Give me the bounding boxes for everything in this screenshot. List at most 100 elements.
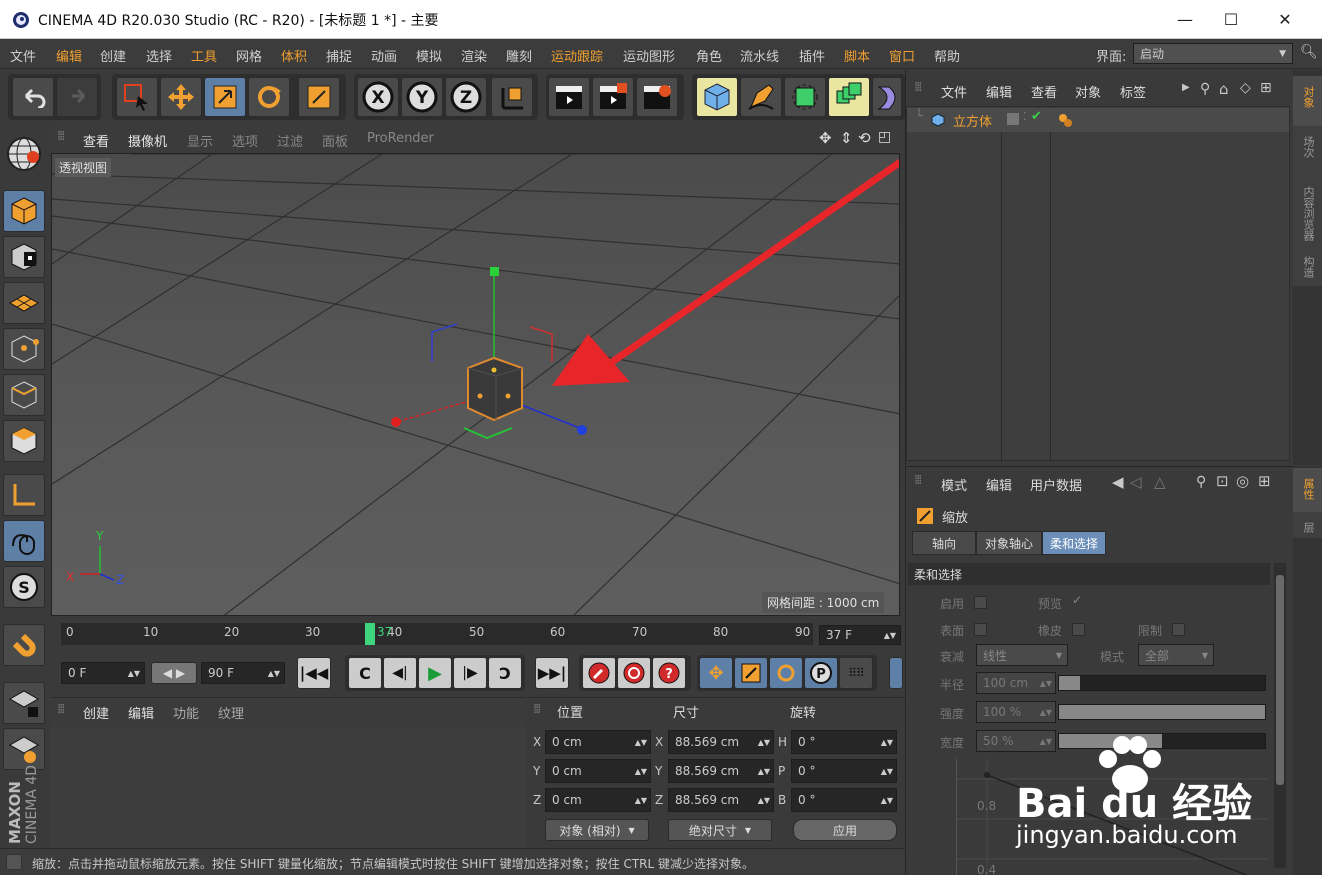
- rotation-h-field[interactable]: 0 ° ▲▼: [791, 730, 897, 754]
- position-z-field[interactable]: 0 cm ▲▼: [545, 788, 651, 812]
- workplane-align-button[interactable]: [3, 728, 45, 770]
- current-frame-field[interactable]: 37 F ▲▼: [819, 625, 901, 645]
- viewport-menu-camera[interactable]: 摄像机: [128, 131, 167, 150]
- next-frame-button[interactable]: |▶: [453, 657, 487, 689]
- cube-button[interactable]: [696, 77, 738, 117]
- render-settings-button[interactable]: [636, 77, 678, 117]
- size-y-field[interactable]: 88.569 cm ▲▼: [668, 759, 774, 783]
- size-z-field[interactable]: 88.569 cm ▲▼: [668, 788, 774, 812]
- go-to-start-button[interactable]: |◀◀: [297, 657, 331, 689]
- subdivision-button[interactable]: [784, 77, 826, 117]
- key-rotation-button[interactable]: [769, 657, 803, 689]
- strength-field[interactable]: 100 % ▲▼: [976, 701, 1056, 723]
- viewport-menu-display[interactable]: 显示: [187, 131, 213, 150]
- position-x-field[interactable]: 0 cm ▲▼: [545, 730, 651, 754]
- search-icon[interactable]: ⚲: [1200, 81, 1210, 97]
- menu-snap[interactable]: 捕捉: [326, 46, 352, 65]
- key-parameter-button[interactable]: P: [804, 657, 838, 689]
- menu-mograph[interactable]: 运动图形: [623, 46, 675, 65]
- rotation-b-field[interactable]: 0 ° ▲▼: [791, 788, 897, 812]
- size-x-field[interactable]: 88.569 cm ▲▼: [668, 730, 774, 754]
- radius-slider[interactable]: [1058, 675, 1266, 691]
- redo-button[interactable]: [56, 77, 98, 117]
- viewport-menu-view[interactable]: 查看: [83, 131, 109, 150]
- home-icon[interactable]: ⌂: [1219, 80, 1229, 98]
- model-mode-button[interactable]: [3, 190, 45, 232]
- next-key-button[interactable]: Ɔ: [488, 657, 522, 689]
- previous-frame-button[interactable]: ◀|: [383, 657, 417, 689]
- object-menu-view[interactable]: 查看: [1031, 82, 1057, 101]
- surface-checkbox[interactable]: [974, 623, 987, 636]
- object-list[interactable]: └ 立方体 ⁚ ✔: [906, 106, 1290, 462]
- menu-select[interactable]: 选择: [146, 46, 172, 65]
- mode-select[interactable]: 全部 ▼: [1138, 644, 1214, 666]
- tweak-mode-button[interactable]: [3, 520, 45, 562]
- menu-simulate[interactable]: 模拟: [416, 46, 442, 65]
- z-axis-button[interactable]: Z: [445, 77, 487, 117]
- rotation-p-field[interactable]: 0 ° ▲▼: [791, 759, 897, 783]
- tag-phong-icon[interactable]: [1057, 112, 1073, 128]
- maximize-button[interactable]: ☐: [1208, 0, 1254, 39]
- go-to-end-button[interactable]: ▶▶|: [535, 657, 569, 689]
- zoom-view-icon[interactable]: ⇕: [840, 129, 853, 147]
- menu-create[interactable]: 创建: [100, 46, 126, 65]
- key-scale-button[interactable]: [734, 657, 768, 689]
- object-name[interactable]: 立方体: [953, 111, 992, 130]
- tab-layers[interactable]: 层: [1293, 512, 1322, 538]
- deformer-button[interactable]: [872, 77, 902, 117]
- timeline-track[interactable]: [61, 623, 813, 645]
- viewport-menu-prorender[interactable]: ProRender: [367, 131, 434, 146]
- more-arrow-icon[interactable]: ▶: [1182, 82, 1190, 93]
- menu-file[interactable]: 文件: [10, 46, 36, 65]
- y-axis-button[interactable]: Y: [401, 77, 443, 117]
- menu-tools[interactable]: 工具: [191, 46, 217, 65]
- search-icon[interactable]: 🔍︎: [1300, 44, 1318, 60]
- enable-axis-button[interactable]: [3, 474, 45, 516]
- menu-character[interactable]: 角色: [696, 46, 722, 65]
- menu-pipeline[interactable]: 流水线: [740, 46, 779, 65]
- cube-object[interactable]: [467, 356, 523, 422]
- playhead[interactable]: [365, 623, 375, 645]
- search-icon[interactable]: ⚲: [1196, 474, 1206, 490]
- minimize-button[interactable]: —: [1162, 0, 1208, 39]
- tab-soft-selection[interactable]: 柔和选择: [1042, 531, 1106, 555]
- rotate-button[interactable]: [248, 77, 290, 117]
- menu-animate[interactable]: 动画: [371, 46, 397, 65]
- object-row[interactable]: └ 立方体 ⁚ ✔: [907, 108, 1289, 132]
- enabled-check-icon[interactable]: ✔: [1031, 109, 1042, 124]
- cloner-button[interactable]: [828, 77, 870, 117]
- recent-tool-button[interactable]: [298, 77, 340, 117]
- z-axis-cap[interactable]: [577, 425, 587, 435]
- pen-button[interactable]: [740, 77, 782, 117]
- move-button[interactable]: [160, 77, 202, 117]
- restrict-checkbox[interactable]: [1172, 623, 1185, 636]
- perspective-viewport[interactable]: 透视视图 Y X Z 网格间距 : 1000 cm: [51, 153, 900, 616]
- forward-arrow-icon[interactable]: ◁: [1130, 473, 1142, 491]
- scale-button[interactable]: [204, 77, 246, 117]
- menu-render[interactable]: 渲染: [461, 46, 487, 65]
- up-arrow-icon[interactable]: △: [1154, 473, 1166, 491]
- strength-slider[interactable]: [1058, 704, 1266, 720]
- live-select-button[interactable]: [116, 77, 158, 117]
- auto-key-button[interactable]: [617, 657, 651, 689]
- attr-menu-edit[interactable]: 编辑: [986, 475, 1012, 494]
- more-button[interactable]: [889, 657, 903, 689]
- radius-field[interactable]: 100 cm ▲▼: [976, 672, 1056, 694]
- play-button[interactable]: ▶: [418, 657, 452, 689]
- start-frame-field[interactable]: 0 F ▲▼: [61, 662, 145, 684]
- close-button[interactable]: ✕: [1262, 0, 1308, 39]
- attr-menu-user-data[interactable]: 用户数据: [1030, 475, 1082, 494]
- tab-content-browser[interactable]: 内容浏览器: [1293, 176, 1322, 246]
- apply-button[interactable]: 应用: [793, 819, 897, 841]
- range-slider[interactable]: ◀ ▶: [151, 662, 197, 684]
- texture-mode-button[interactable]: [3, 236, 45, 278]
- attr-menu-mode[interactable]: 模式: [941, 475, 967, 494]
- tab-objects[interactable]: 对象: [1293, 76, 1322, 126]
- layout-select[interactable]: 启动 ▼: [1133, 43, 1293, 64]
- menu-mesh[interactable]: 网格: [236, 46, 262, 65]
- back-arrow-icon[interactable]: ◀: [1112, 473, 1124, 491]
- key-point-level-button[interactable]: ⠿⠿: [839, 657, 873, 689]
- viewport-menu-filter[interactable]: 过滤: [277, 131, 303, 150]
- enable-checkbox[interactable]: [974, 596, 987, 609]
- edge-mode-button[interactable]: [3, 374, 45, 416]
